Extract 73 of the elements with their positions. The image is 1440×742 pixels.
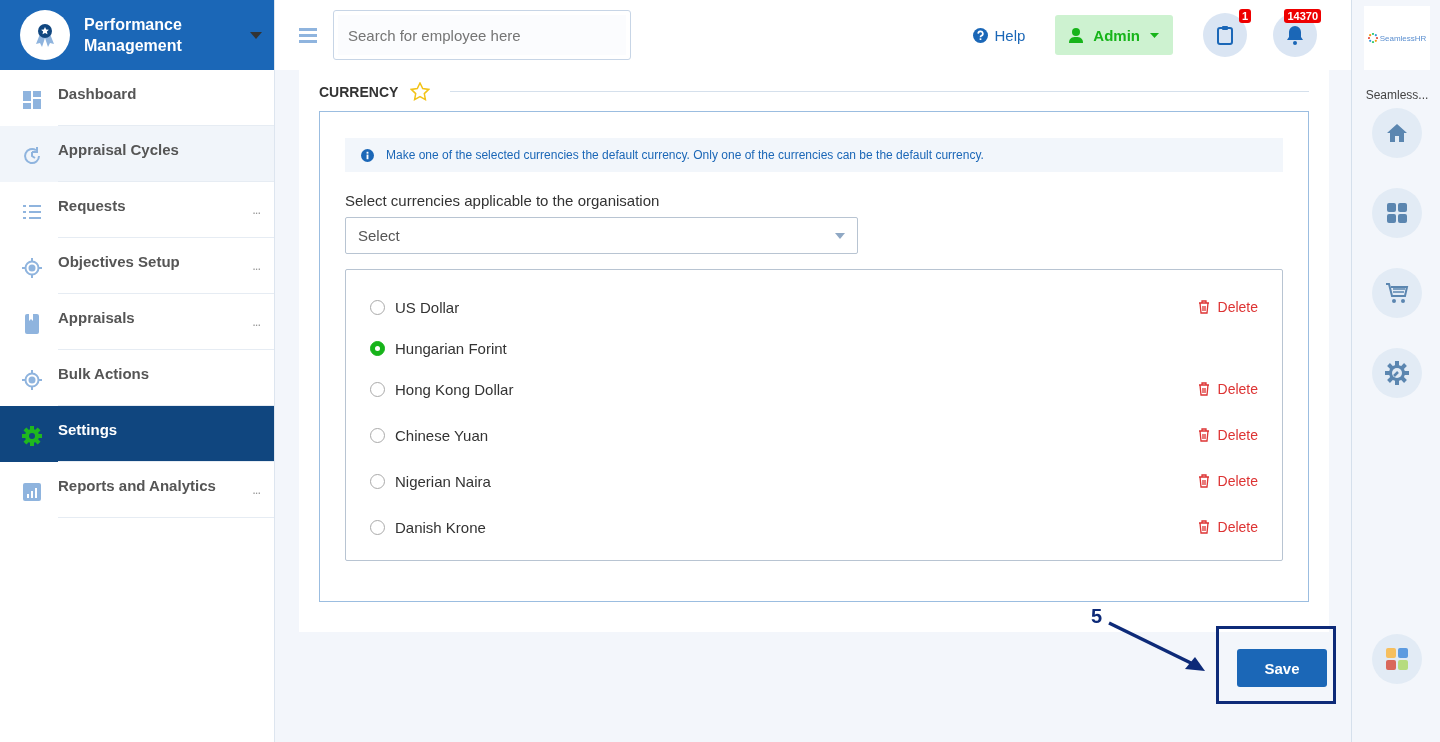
delete-button[interactable]: Delete [1197, 519, 1258, 535]
currency-name: Hungarian Forint [395, 339, 508, 357]
step-number: 5 [1091, 605, 1103, 628]
delete-button[interactable]: Delete [1197, 381, 1258, 397]
sidebar-item[interactable]: Appraisal Cycles [0, 126, 274, 182]
dots-ring-icon [1367, 33, 1378, 43]
dashboard-icon [22, 90, 42, 110]
sidebar-item[interactable]: Objectives Setup ... [0, 238, 274, 294]
trash-icon [1197, 382, 1210, 396]
search-field[interactable]: Search for employee here [333, 10, 631, 60]
bar-chart-icon [22, 482, 42, 502]
currency-name: US Dollar [395, 298, 461, 316]
currency-name: Nigerian Naira [395, 472, 492, 490]
field-label: Select currencies applicable to the organisation [345, 192, 661, 209]
sidebar-item[interactable]: Dashboard [0, 70, 274, 126]
sidebar-item[interactable]: Appraisals ... [0, 294, 274, 350]
section-title: CURRENCY [319, 83, 399, 100]
cart-icon [1385, 281, 1409, 305]
trash-icon [1197, 428, 1210, 442]
more-dots[interactable]: ... [252, 258, 260, 273]
app-title: Performance Management [84, 15, 183, 56]
clipboard-icon [1217, 25, 1233, 45]
currency-name: Hong Kong Dollar [395, 380, 515, 398]
caret-down-icon[interactable] [250, 31, 262, 39]
rail-button[interactable] [1372, 268, 1422, 318]
checklist-icon [22, 202, 42, 222]
delete-button[interactable]: Delete [1197, 299, 1258, 315]
more-dots[interactable]: ... [252, 202, 260, 217]
apps-icon [1385, 647, 1409, 671]
grid-icon [1385, 201, 1409, 225]
target-icon [22, 370, 42, 390]
question-icon [973, 27, 989, 43]
info-icon [361, 148, 374, 162]
currency-dropdown[interactable]: Select [345, 217, 858, 254]
sidebar-item[interactable]: Reports and Analytics ... [0, 462, 274, 518]
menu-icon[interactable] [299, 27, 317, 43]
help-link[interactable]: Help [973, 26, 1026, 44]
more-dots[interactable]: ... [252, 482, 260, 497]
settings-icon [22, 426, 42, 446]
logo-text: SeamlessHR [1379, 33, 1427, 43]
trash-icon [1197, 520, 1210, 534]
delete-button[interactable]: Delete [1197, 473, 1258, 489]
rail-button[interactable] [1372, 108, 1422, 158]
rail-button[interactable] [1372, 348, 1422, 398]
star-icon[interactable] [410, 82, 431, 101]
user-icon [1069, 27, 1084, 43]
sidebar-item[interactable]: Settings [0, 406, 274, 462]
target-icon [22, 258, 42, 278]
info-text: Make one of the selected currencies the default currency. Only one of the currencies can be the default currency. [386, 148, 984, 162]
clock-refresh-icon [22, 146, 42, 166]
rail-button[interactable] [1372, 634, 1422, 684]
sidebar-item[interactable]: Requests ... [0, 182, 274, 238]
caret-icon [1150, 32, 1159, 38]
count-badge: 14370 [1284, 9, 1321, 23]
gear-wrench-icon [1385, 361, 1409, 385]
home-icon [1385, 121, 1409, 145]
delete-button[interactable]: Delete [1197, 427, 1258, 443]
radio-button[interactable] [370, 340, 385, 356]
company-name: Seamless... [1365, 88, 1429, 102]
company-logo[interactable]: SeamlessHR [1364, 6, 1430, 70]
bell-icon [1286, 25, 1304, 45]
count-badge: 1 [1238, 9, 1251, 23]
sidebar-item[interactable]: Bulk Actions [0, 350, 274, 406]
bookmark-book-icon [22, 314, 42, 334]
trash-icon [1197, 474, 1210, 488]
save-button[interactable]: Save [1237, 649, 1327, 687]
trash-icon [1197, 300, 1210, 314]
currency-name: Chinese Yuan [395, 426, 490, 444]
currency-name: Danish Krone [395, 518, 487, 536]
caret-down-icon [835, 232, 845, 239]
award-ribbon-icon [34, 22, 56, 48]
more-dots[interactable]: ... [252, 314, 260, 329]
rail-button[interactable] [1372, 188, 1422, 238]
